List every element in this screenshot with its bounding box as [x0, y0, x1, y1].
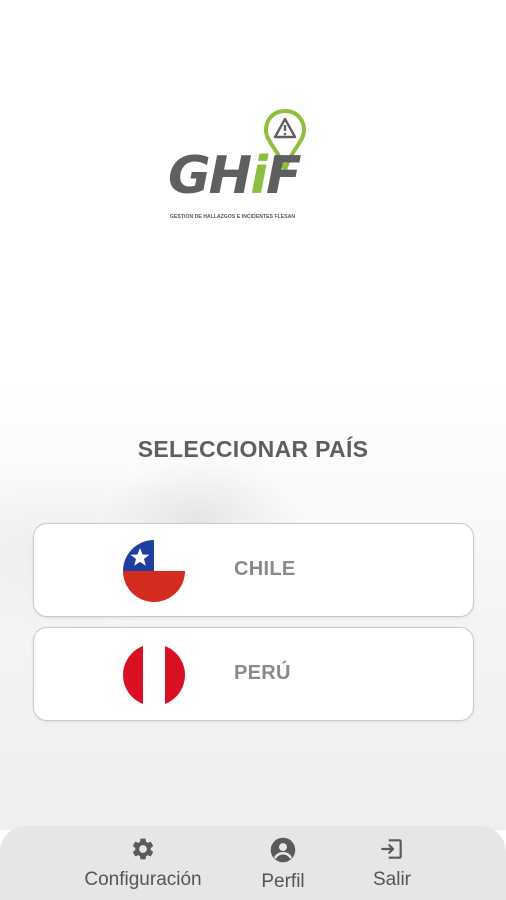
logo-wordmark: GHiF: [168, 146, 302, 206]
gear-icon: [132, 838, 154, 860]
nav-item-salir[interactable]: Salir: [364, 836, 420, 891]
nav-item-perfil[interactable]: Perfil: [252, 836, 314, 893]
country-label-chile: CHILE: [234, 558, 296, 580]
logo-tagline: GESTION DE HALLAZGOS E INCIDENTES FLESAN: [170, 214, 296, 220]
bottom-navigation: Configuración Perfil Salir: [0, 826, 506, 900]
nav-label-salir: Salir: [372, 869, 411, 890]
profile-icon: [270, 837, 296, 863]
country-button-peru[interactable]: PERÚ: [33, 627, 474, 721]
chile-flag-icon: [123, 540, 185, 602]
nav-item-configuracion[interactable]: Configuración: [77, 836, 209, 891]
nav-label-perfil: Perfil: [261, 871, 305, 892]
nav-label-configuracion: Configuración: [84, 869, 202, 890]
country-label-peru: PERÚ: [234, 662, 291, 684]
peru-flag-icon: [123, 644, 185, 706]
country-button-chile[interactable]: CHILE: [33, 523, 474, 617]
page-title: SELECCIONAR PAÍS: [137, 436, 369, 462]
logout-icon: [381, 839, 402, 859]
ghif-logo: GHiF GESTION DE HALLAZGOS E INCIDENTES F…: [168, 108, 338, 232]
